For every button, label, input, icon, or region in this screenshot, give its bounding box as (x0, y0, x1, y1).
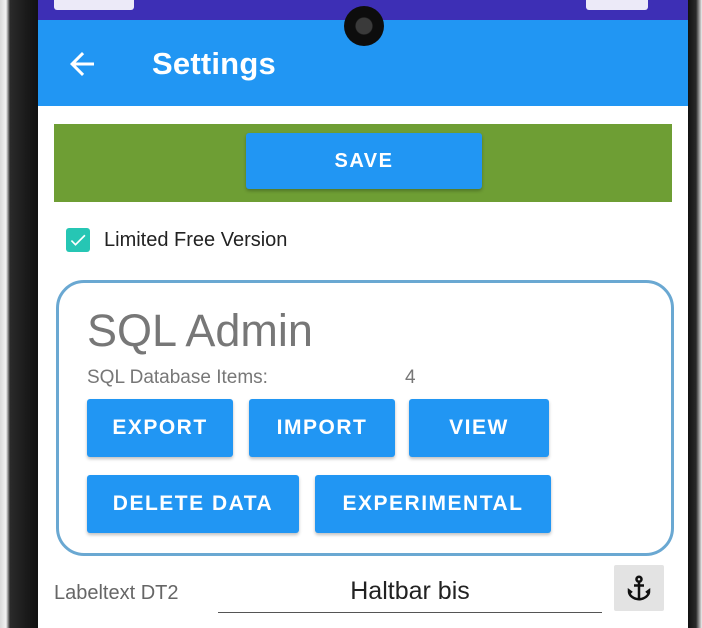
delete-data-button[interactable]: DELETE DATA (87, 475, 299, 533)
device-bezel-left (0, 0, 38, 628)
experimental-button[interactable]: EXPERIMENTAL (315, 475, 551, 533)
sql-admin-title: SQL Admin (87, 305, 313, 356)
status-bar-indicators (586, 0, 648, 10)
front-camera-icon (344, 6, 384, 46)
save-panel: SAVE (54, 124, 672, 202)
arrow-left-icon (70, 52, 94, 76)
limited-free-version-checkbox[interactable] (66, 228, 90, 252)
page-title: Settings (152, 46, 276, 81)
back-button[interactable] (64, 46, 100, 82)
limited-free-version-row[interactable]: Limited Free Version (66, 226, 287, 254)
limited-free-version-label: Limited Free Version (104, 228, 288, 251)
device-bezel-right (688, 0, 702, 628)
sql-items-label: SQL Database Items: (87, 367, 268, 388)
status-bar-time-area (54, 0, 134, 10)
view-button[interactable]: VIEW (409, 399, 549, 457)
sql-items-count: 4 (405, 367, 416, 388)
labeltext-dt2-label: Labeltext DT2 (54, 582, 179, 604)
import-button[interactable]: IMPORT (249, 399, 395, 457)
labeltext-dt2-input[interactable] (218, 570, 602, 613)
export-button[interactable]: EXPORT (87, 399, 233, 457)
app-screen: Settings SAVE Limited Free Version SQL A… (38, 0, 688, 628)
save-button[interactable]: SAVE (246, 133, 482, 189)
sql-admin-card: SQL Admin SQL Database Items: 4 EXPORT I… (56, 280, 674, 556)
anchor-button[interactable] (614, 565, 664, 611)
check-icon (70, 234, 86, 246)
anchor-icon (627, 575, 651, 601)
